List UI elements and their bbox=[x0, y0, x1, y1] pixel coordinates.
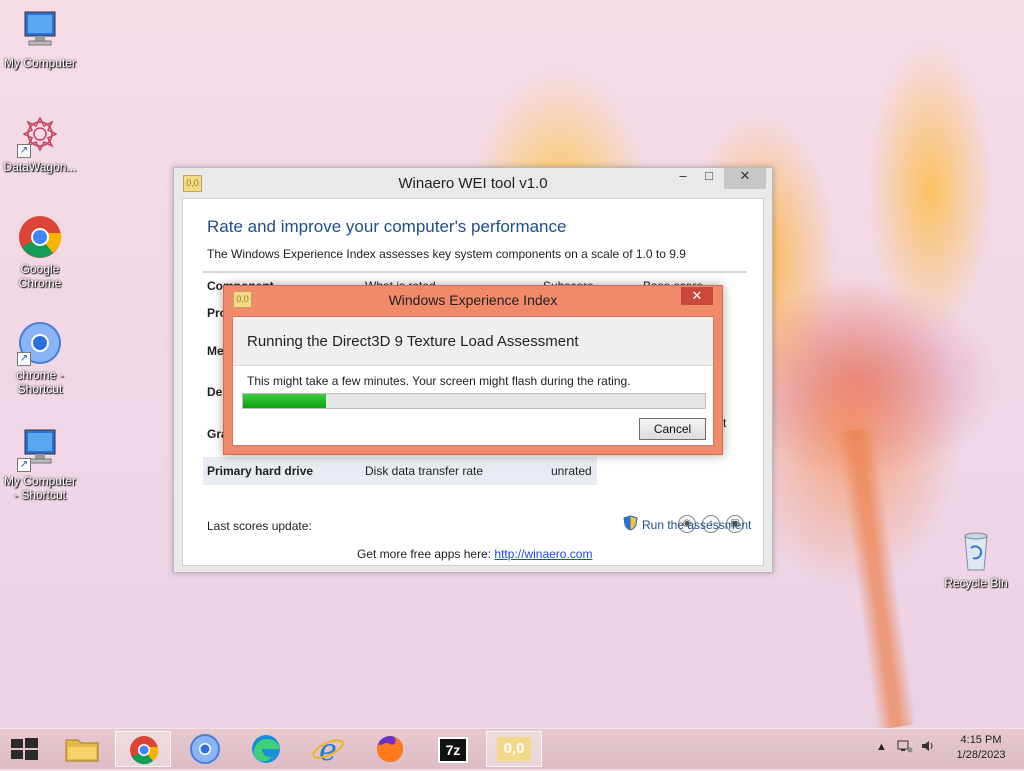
taskbar-chrome[interactable] bbox=[115, 731, 171, 767]
computer-icon: ↗ bbox=[17, 426, 63, 472]
table-cell: Disk data transfer rate bbox=[365, 464, 484, 478]
desktop-icon-my-computer[interactable]: My Computer bbox=[0, 8, 80, 70]
table-row: Primary hard drive Disk data transfer ra… bbox=[203, 457, 597, 485]
taskbar-chromium[interactable] bbox=[177, 731, 233, 767]
taskbar-wei-tool[interactable]: 0,0 bbox=[486, 731, 542, 767]
wei-progress-dialog: 0,0 Windows Experience Index ✕ Running t… bbox=[223, 285, 723, 455]
desktop-icon-label: Shortcut bbox=[17, 382, 63, 396]
shortcut-arrow-icon: ↗ bbox=[17, 144, 31, 158]
clock-time: 4:15 PM bbox=[960, 734, 1002, 746]
cancel-button[interactable]: Cancel bbox=[639, 418, 706, 440]
dialog-header: Running the Direct3D 9 Texture Load Asse… bbox=[233, 317, 713, 366]
table-row-label: Me bbox=[207, 344, 224, 358]
table-cell: unrated bbox=[551, 464, 592, 478]
dialog-close-button[interactable]: ✕ bbox=[681, 287, 713, 305]
desktop-icon-datawagon[interactable]: ↗ DataWagon... bbox=[0, 112, 80, 174]
desktop-icon-my-computer-shortcut[interactable]: ↗ My Computer - Shortcut bbox=[0, 426, 80, 502]
desktop-icon-google-chrome[interactable]: Google Chrome bbox=[0, 214, 80, 290]
internet-explorer-icon: e bbox=[312, 733, 344, 768]
network-icon[interactable] bbox=[897, 739, 913, 753]
taskbar-firefox[interactable] bbox=[362, 731, 418, 767]
desktop-icon-label: chrome - bbox=[16, 368, 64, 382]
desktop-icon-label: Recycle Bin bbox=[944, 576, 1008, 590]
edge-icon bbox=[252, 735, 280, 763]
close-button[interactable]: ✕ bbox=[724, 168, 766, 189]
table-cell: Primary hard drive bbox=[207, 464, 314, 478]
start-button[interactable] bbox=[0, 731, 48, 767]
window-titlebar[interactable]: 0,0 Winaero WEI tool v1.0 – □ ✕ bbox=[174, 168, 772, 198]
taskbar-edge[interactable] bbox=[238, 731, 294, 767]
desktop-icon-label: - Shortcut bbox=[13, 488, 67, 502]
firefox-icon bbox=[377, 736, 403, 762]
taskbar-7zip[interactable]: 7z bbox=[424, 731, 480, 767]
desktop-icon-label: Chrome bbox=[18, 276, 62, 290]
desktop-icon-label: DataWagon... bbox=[3, 160, 77, 174]
progress-bar bbox=[242, 393, 706, 409]
shortcut-arrow-icon: ↗ bbox=[17, 352, 31, 366]
dialog-title: Windows Experience Index bbox=[388, 292, 558, 308]
chrome-icon bbox=[17, 214, 63, 260]
page-description: The Windows Experience Index assesses ke… bbox=[207, 247, 686, 261]
desktop-icon-chrome-shortcut[interactable]: ↗ chrome - Shortcut bbox=[0, 320, 80, 396]
svg-text:e: e bbox=[319, 733, 337, 767]
taskbar: e 7z 0,0 ▲ 4:15 PM 1/28/2023 bbox=[0, 728, 1024, 769]
folder-icon bbox=[65, 739, 99, 762]
footer-label: Get more free apps here: bbox=[357, 547, 492, 561]
datawagon-icon: ↗ bbox=[17, 112, 63, 158]
winaero-link[interactable]: http://winaero.com bbox=[494, 547, 592, 561]
table-cell-fragment: t bbox=[723, 416, 727, 430]
7zip-icon: 7z bbox=[438, 737, 468, 763]
footer-text: Get more free apps here: http://winaero.… bbox=[357, 547, 592, 561]
wallpaper-flower-stem bbox=[835, 427, 917, 730]
desktop-icon-label: My Computer bbox=[3, 474, 77, 488]
recycle-bin-icon bbox=[953, 528, 999, 574]
shortcut-arrow-icon: ↗ bbox=[17, 458, 31, 472]
show-hidden-icons-button[interactable]: ▲ bbox=[876, 741, 887, 753]
desktop-icon-recycle-bin[interactable]: Recycle Bin bbox=[936, 528, 1016, 590]
chromium-icon bbox=[190, 734, 220, 764]
maximize-button[interactable]: □ bbox=[696, 168, 722, 189]
minimize-button[interactable]: – bbox=[670, 168, 696, 189]
volume-icon[interactable] bbox=[920, 739, 936, 753]
windows-logo-icon bbox=[11, 738, 38, 760]
taskbar-file-explorer[interactable] bbox=[54, 731, 110, 767]
chromium-icon: ↗ bbox=[17, 320, 63, 366]
dialog-message: This might take a few minutes. Your scre… bbox=[247, 374, 631, 388]
taskbar-internet-explorer[interactable]: e bbox=[300, 731, 356, 768]
desktop-icon-label: Google bbox=[20, 262, 60, 276]
dialog-heading: Running the Direct3D 9 Texture Load Asse… bbox=[247, 333, 579, 350]
wei-app-icon: 0,0 bbox=[497, 737, 531, 761]
chrome-icon bbox=[130, 736, 159, 765]
run-assessment-link[interactable]: Run the assessment bbox=[642, 518, 751, 532]
clock[interactable]: 4:15 PM 1/28/2023 bbox=[950, 734, 1012, 761]
clock-date: 1/28/2023 bbox=[956, 749, 1006, 761]
computer-icon bbox=[17, 8, 63, 54]
page-heading: Rate and improve your computer's perform… bbox=[207, 217, 567, 236]
shield-icon bbox=[623, 515, 638, 534]
desktop-icon-label: My Computer bbox=[3, 56, 77, 70]
last-update-label: Last scores update: bbox=[207, 519, 312, 533]
progress-bar-fill bbox=[243, 394, 327, 408]
dialog-content: Running the Direct3D 9 Texture Load Asse… bbox=[232, 316, 714, 446]
